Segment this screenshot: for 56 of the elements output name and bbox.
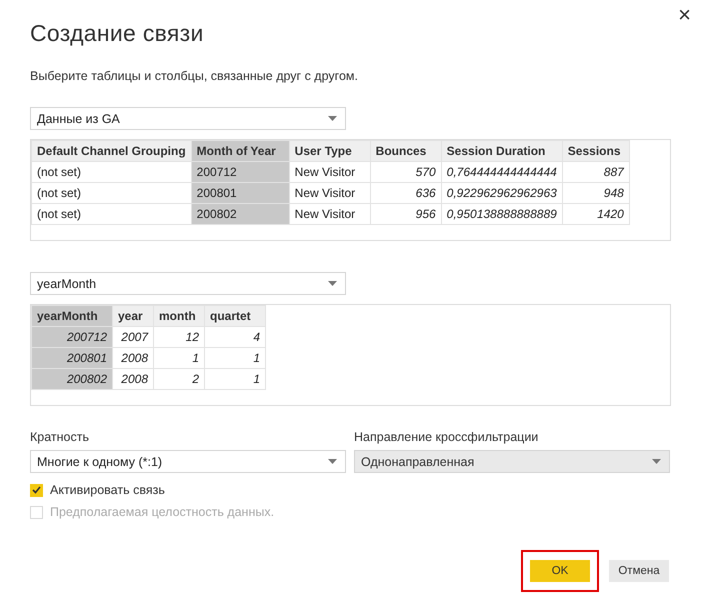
table-cell: 200712 xyxy=(32,326,112,348)
ok-button[interactable]: OK xyxy=(530,560,590,582)
caret-icon xyxy=(328,116,337,121)
table-cell: 1420 xyxy=(562,204,630,224)
dropdown[interactable]: Многие к одному (*:1) xyxy=(30,450,346,473)
column-header[interactable]: User Type xyxy=(289,140,370,162)
table-cell: New Visitor xyxy=(289,162,370,182)
table-cell: 2008 xyxy=(112,368,154,390)
cancel-button[interactable]: Отмена xyxy=(609,560,669,582)
table-cell: (not set) xyxy=(32,182,192,204)
field-label: Направление кроссфильтрации xyxy=(354,430,540,444)
dropdown[interactable]: yearMonth xyxy=(30,272,346,295)
column-header[interactable]: Sessions xyxy=(562,140,630,162)
field-label: Кратность xyxy=(30,430,90,444)
table-cell: 200712 xyxy=(191,162,290,182)
table-cell: 200801 xyxy=(191,182,290,204)
table-cell: New Visitor xyxy=(289,204,370,224)
close-button[interactable]: × xyxy=(674,2,695,28)
table-cell: 200802 xyxy=(32,368,112,390)
table-cell: 2008 xyxy=(112,348,154,368)
dialog-title: Создание связи xyxy=(30,20,205,47)
table-cell: (not set) xyxy=(32,162,192,182)
column-header[interactable]: yearMonth xyxy=(32,306,112,326)
table-cell: 2 xyxy=(154,368,204,390)
caret-icon xyxy=(652,459,661,464)
table-cell: New Visitor xyxy=(289,182,370,204)
column-header[interactable]: Bounces xyxy=(370,140,442,162)
column-header[interactable]: Default Channel Grouping xyxy=(32,140,192,162)
table-cell: 0,764444444444444 xyxy=(441,162,562,182)
table-cell: 4 xyxy=(204,326,266,348)
column-header[interactable]: quartet xyxy=(204,306,266,326)
dropdown[interactable]: Данные из GA xyxy=(30,107,346,130)
checkbox-label[interactable]: Активировать связь xyxy=(30,483,671,497)
checkbox[interactable] xyxy=(30,484,43,496)
table-cell: 570 xyxy=(370,162,442,182)
table-cell: 1 xyxy=(154,348,204,368)
table-cell: (not set) xyxy=(32,204,192,224)
table-cell: 200801 xyxy=(32,348,112,368)
caret-icon xyxy=(328,281,337,286)
table-cell: 1 xyxy=(204,368,266,390)
table-cell: 636 xyxy=(370,182,442,204)
instruction-text: Выберите таблицы и столбцы, связанные друг с другом. xyxy=(30,69,359,83)
table-cell: 2007 xyxy=(112,326,154,348)
caret-icon xyxy=(328,459,337,464)
column-header[interactable]: Session Duration xyxy=(441,140,562,162)
column-header[interactable]: month xyxy=(154,306,204,326)
table-cell: 200802 xyxy=(191,204,290,224)
column-header[interactable]: Month of Year xyxy=(191,140,290,162)
table-cell: 948 xyxy=(562,182,630,204)
table-cell: 887 xyxy=(562,162,630,182)
column-header[interactable]: year xyxy=(112,306,154,326)
table-cell: 0,922962962962963 xyxy=(441,182,562,204)
table-cell: 0,950138888888889 xyxy=(441,204,562,224)
table-cell: 956 xyxy=(370,204,442,224)
table-cell: 1 xyxy=(204,348,266,368)
table-cell: 12 xyxy=(154,326,204,348)
